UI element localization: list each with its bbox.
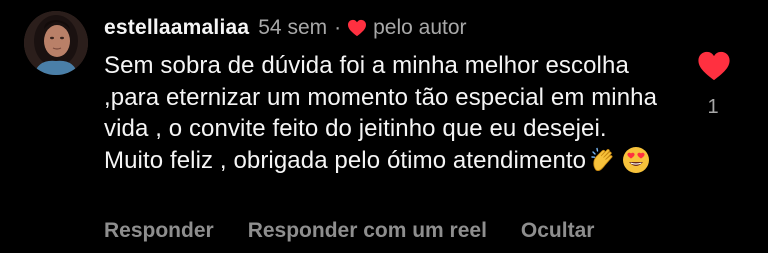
- heart-icon: [348, 19, 367, 37]
- avatar[interactable]: [24, 11, 88, 75]
- comment-header: estellaamaliaa 54 sem · pelo autor: [104, 12, 467, 44]
- reply-with-reel-button[interactable]: Responder com um reel: [248, 219, 487, 243]
- separator: ·: [334, 16, 342, 39]
- avatar-image: [24, 11, 88, 75]
- comment-text: Sem sobra de dúvida foi a minha melhor e…: [104, 50, 664, 182]
- timestamp: 54 sem: [258, 16, 328, 39]
- comment-actions: Responder Responder com um reel Ocultar: [104, 219, 594, 243]
- like-heart-icon[interactable]: [697, 50, 731, 82]
- reply-button[interactable]: Responder: [104, 219, 214, 243]
- clapping-hands-icon: [590, 146, 618, 183]
- comment-text-content: Sem sobra de dúvida foi a minha melhor e…: [104, 52, 658, 174]
- heart-eyes-icon: [622, 146, 650, 183]
- liked-by-author-label: pelo autor: [373, 16, 467, 39]
- username[interactable]: estellaamaliaa: [104, 16, 249, 40]
- hide-button[interactable]: Ocultar: [521, 219, 595, 243]
- like-count: 1: [707, 96, 719, 118]
- comment: estellaamaliaa 54 sem · pelo autor Sem s…: [0, 0, 768, 253]
